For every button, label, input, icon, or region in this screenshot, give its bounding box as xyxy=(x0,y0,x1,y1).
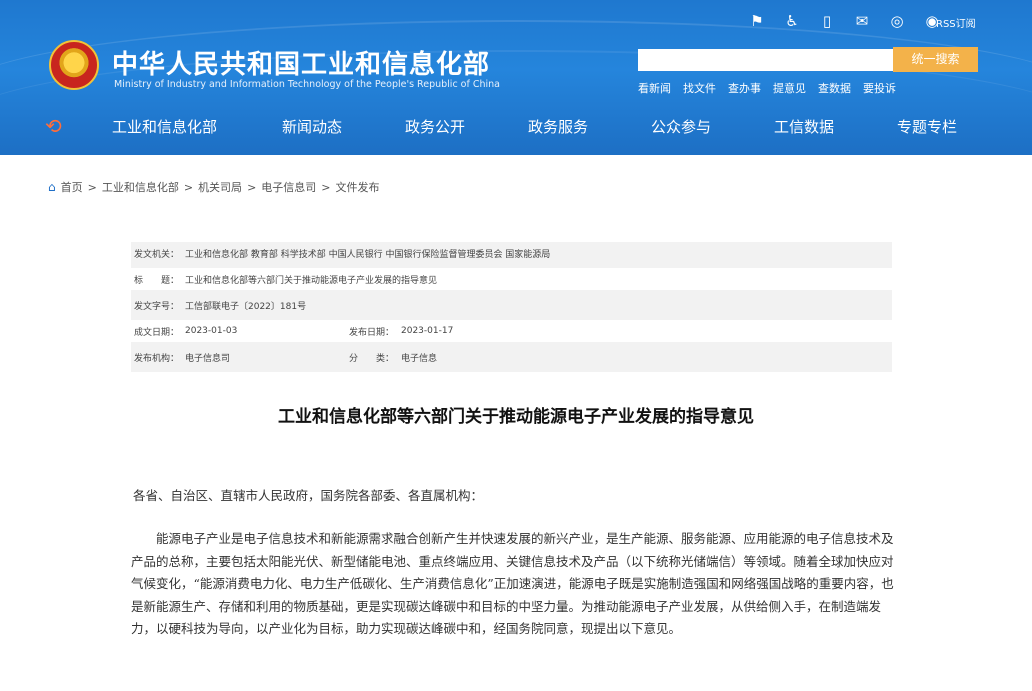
utility-icons: ⚑ ♿ ▯ ✉ ◎ ◉ xyxy=(746,12,943,30)
rss-link[interactable]: RSS订阅 xyxy=(936,15,976,30)
quick-link-files[interactable]: 找文件 xyxy=(683,80,716,96)
nav-item-news[interactable]: 新闻动态 xyxy=(282,116,342,137)
article-salutation: 各省、自治区、直辖市人民政府，国务院各部委、各直属机构： xyxy=(133,488,484,503)
quick-links: 看新闻 找文件 查办事 提意见 查数据 要投诉 xyxy=(638,80,896,96)
docno-value: 工信部联电子〔2022〕181号 xyxy=(185,301,307,312)
published-date-value: 2023-01-17 xyxy=(401,326,454,336)
title-value: 工业和信息化部等六部门关于推动能源电子产业发展的指导意见 xyxy=(185,275,438,286)
breadcrumb-ministry[interactable]: 工业和信息化部 xyxy=(102,179,179,195)
nav-item-public[interactable]: 公众参与 xyxy=(651,116,711,137)
written-date-value: 2023-01-03 xyxy=(185,326,238,336)
breadcrumb-releases[interactable]: 文件发布 xyxy=(336,179,380,195)
meta-row-issuer: 发文机关： 工业和信息化部 教育部 科学技术部 中国人民银行 中国银行保险监督管… xyxy=(131,242,892,264)
breadcrumb-separator: > xyxy=(247,180,257,194)
quick-link-feedback[interactable]: 提意见 xyxy=(773,80,806,96)
mobile-icon[interactable]: ⚑ xyxy=(746,12,768,30)
site-title[interactable]: 中华人民共和国工业和信息化部 xyxy=(112,44,490,81)
written-date-label: 成文日期： xyxy=(134,327,180,338)
mail-icon[interactable]: ✉ xyxy=(851,12,873,30)
quick-link-complaint[interactable]: 要投诉 xyxy=(863,80,896,96)
breadcrumb-departments[interactable]: 机关司局 xyxy=(198,179,242,195)
meta-row-title: 标 题： 工业和信息化部等六部门关于推动能源电子产业发展的指导意见 xyxy=(131,268,892,290)
document-metadata: 发文机关： 工业和信息化部 教育部 科学技术部 中国人民银行 中国银行保险监督管… xyxy=(131,242,892,372)
org-value: 电子信息司 xyxy=(185,353,231,364)
meta-row-org: 发布机构： 电子信息司 分 类： 电子信息 xyxy=(131,346,892,368)
issuer-label: 发文机关： xyxy=(134,249,180,260)
nav-item-gov-info[interactable]: 政务公开 xyxy=(405,116,465,137)
site-title-english: Ministry of Industry and Information Tec… xyxy=(114,79,500,90)
nav-item-topics[interactable]: 专题专栏 xyxy=(897,116,957,137)
org-label: 发布机构： xyxy=(134,353,180,364)
issuer-value: 工业和信息化部 教育部 科学技术部 中国人民银行 中国银行保险监督管理委员会 国… xyxy=(185,249,551,260)
article-title: 工业和信息化部等六部门关于推动能源电子产业发展的指导意见 xyxy=(278,407,754,427)
nav-item-data[interactable]: 工信数据 xyxy=(774,116,834,137)
meta-row-docno: 发文字号： 工信部联电子〔2022〕181号 xyxy=(131,294,892,316)
main-nav: ⟲ 工业和信息化部 新闻动态 政务公开 政务服务 公众参与 工信数据 专题专栏 xyxy=(0,108,1032,144)
search-button[interactable]: 统一搜索 xyxy=(893,47,978,72)
meta-row-dates: 成文日期： 2023-01-03 发布日期： 2023-01-17 xyxy=(131,320,892,342)
published-date-label: 发布日期： xyxy=(349,327,395,338)
breadcrumb: ⌂ 首页 > 工业和信息化部 > 机关司局 > 电子信息司 > 文件发布 xyxy=(48,179,380,195)
home-icon[interactable]: ⌂ xyxy=(48,180,56,194)
breadcrumb-separator: > xyxy=(183,180,194,194)
accessibility-icon[interactable]: ♿ xyxy=(781,12,803,30)
breadcrumb-separator: > xyxy=(87,180,97,194)
breadcrumb-electronics-dept[interactable]: 电子信息司 xyxy=(261,179,316,195)
article-paragraph: 能源电子产业是电子信息技术和新能源需求融合创新产生并快速发展的新兴产业，是生产能… xyxy=(131,531,894,636)
docno-label: 发文字号： xyxy=(134,301,180,312)
site-header: ★ 中华人民共和国工业和信息化部 Ministry of Industry an… xyxy=(0,0,1032,155)
quick-link-data[interactable]: 查数据 xyxy=(818,80,851,96)
national-emblem-logo[interactable]: ★ xyxy=(49,40,99,90)
search-input[interactable] xyxy=(638,49,893,71)
phone-icon[interactable]: ▯ xyxy=(816,12,838,30)
breadcrumb-separator: > xyxy=(321,180,331,194)
home-icon[interactable]: ⟲ xyxy=(45,114,62,138)
quick-link-news[interactable]: 看新闻 xyxy=(638,80,671,96)
category-value: 电子信息 xyxy=(401,353,438,364)
nav-item-ministry[interactable]: 工业和信息化部 xyxy=(112,116,217,137)
breadcrumb-home[interactable]: 首页 xyxy=(61,179,83,195)
title-label: 标 题： xyxy=(134,275,180,286)
wechat-icon[interactable]: ◎ xyxy=(886,12,908,30)
quick-link-services[interactable]: 查办事 xyxy=(728,80,761,96)
nav-item-gov-services[interactable]: 政务服务 xyxy=(528,116,588,137)
category-label: 分 类： xyxy=(349,353,395,364)
